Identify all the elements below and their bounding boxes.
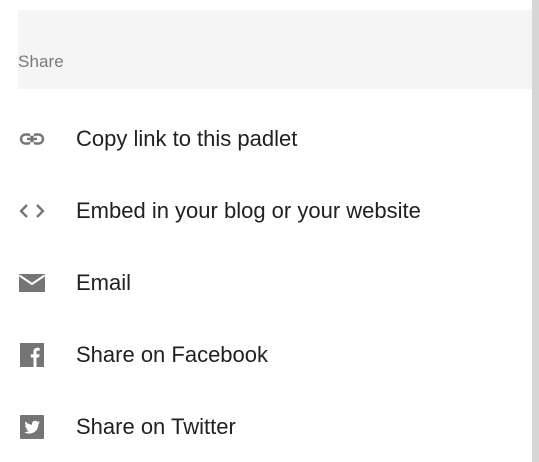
- scrollbar-track[interactable]: [532, 0, 539, 462]
- share-dialog: Share Copy link to this padlet Embed in …: [0, 0, 539, 462]
- link-icon: [18, 125, 46, 153]
- embed-option[interactable]: Embed in your blog or your website: [0, 175, 532, 247]
- copy-link-label: Copy link to this padlet: [76, 126, 298, 151]
- share-panel: Share Copy link to this padlet Embed in …: [0, 10, 532, 462]
- share-options-list: Copy link to this padlet Embed in your b…: [0, 103, 532, 462]
- email-label: Email: [76, 270, 132, 295]
- top-strip: [0, 0, 532, 10]
- code-icon: [18, 197, 46, 225]
- facebook-option[interactable]: Share on Facebook: [0, 319, 532, 391]
- copy-link-option[interactable]: Copy link to this padlet: [0, 103, 532, 175]
- email-icon: [18, 269, 46, 297]
- facebook-label: Share on Facebook: [76, 342, 269, 367]
- twitter-icon: [18, 413, 46, 441]
- twitter-label: Share on Twitter: [76, 414, 236, 439]
- share-title: Share: [18, 52, 64, 71]
- share-header: Share: [18, 10, 532, 89]
- twitter-option[interactable]: Share on Twitter: [0, 391, 532, 462]
- email-option[interactable]: Email: [0, 247, 532, 319]
- embed-label: Embed in your blog or your website: [76, 198, 421, 223]
- facebook-icon: [18, 341, 46, 369]
